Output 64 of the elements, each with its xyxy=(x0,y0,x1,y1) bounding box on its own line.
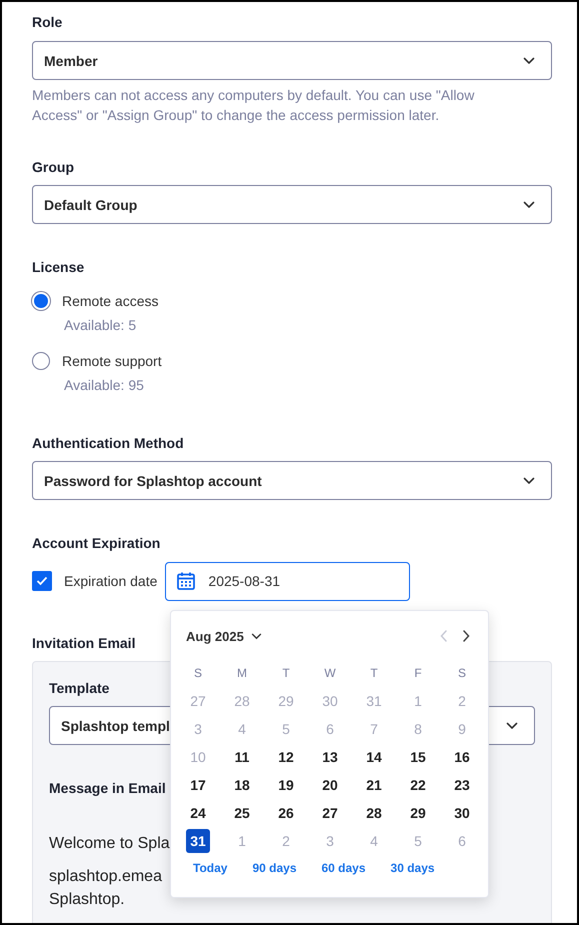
calendar-day[interactable]: 29 xyxy=(406,801,430,825)
group-select[interactable]: Default Group xyxy=(32,185,552,224)
message-text: Welcome to Spla xyxy=(49,834,170,854)
calendar-day[interactable]: 30 xyxy=(450,801,474,825)
message-text: Splashtop. xyxy=(49,890,125,910)
calendar-day[interactable]: 26 xyxy=(274,801,298,825)
calendar-day[interactable]: 12 xyxy=(274,745,298,769)
calendar-day[interactable]: 24 xyxy=(186,801,210,825)
availability-text: Available: 95 xyxy=(63,376,145,395)
radio-button[interactable] xyxy=(32,352,50,370)
calendar-day[interactable]: 25 xyxy=(230,801,254,825)
weekday-label: W xyxy=(324,666,336,680)
help-text: Members can not access any computers by default. You can use "Allow Access" or "Assign Group" to change the access permission later. xyxy=(32,86,476,125)
field-label: Authentication Method xyxy=(32,434,184,453)
calendar-day[interactable]: 11 xyxy=(230,745,254,769)
chevron-right-icon[interactable] xyxy=(462,630,470,642)
calendar-day[interactable]: 17 xyxy=(186,773,210,797)
role-select[interactable]: Member xyxy=(32,41,552,80)
weekday-label: M xyxy=(237,666,247,680)
calendar-day[interactable]: 15 xyxy=(406,745,430,769)
calendar-day[interactable]: 28 xyxy=(362,801,386,825)
chevron-down-icon xyxy=(523,56,535,64)
calendar-day[interactable]: 16 xyxy=(450,745,474,769)
calendar-day[interactable]: 13 xyxy=(318,745,342,769)
radio-label: Remote access xyxy=(62,293,158,309)
weekday-label: S xyxy=(458,666,466,680)
section-label: Invitation Email xyxy=(32,634,136,653)
date-shortcut-link[interactable]: 60 days xyxy=(322,861,366,875)
date-shortcut-link[interactable]: 30 days xyxy=(390,861,435,875)
chevron-down-icon xyxy=(506,722,518,730)
checkbox[interactable] xyxy=(32,571,52,591)
calendar-day[interactable]: 14 xyxy=(362,745,386,769)
authentication-select[interactable]: Password for Splashtop account xyxy=(32,461,552,500)
date-shortcut-link[interactable]: 90 days xyxy=(252,861,296,875)
month-dropdown[interactable]: Aug 2025 xyxy=(186,628,262,644)
field-label: Template xyxy=(49,679,110,698)
radio-label: Remote support xyxy=(62,353,162,369)
field-label: License xyxy=(32,258,84,277)
field-label: Group xyxy=(32,158,74,177)
weekday-label: T xyxy=(370,666,378,680)
chevron-down-icon xyxy=(523,476,535,484)
calendar-day[interactable]: 31 xyxy=(186,829,210,853)
date-field[interactable]: 2025-08-31 xyxy=(165,562,410,600)
field-label: Role xyxy=(32,13,62,32)
check-icon xyxy=(36,576,48,586)
calendar-day[interactable]: 19 xyxy=(274,773,298,797)
message-text: splashtop.emea xyxy=(49,867,162,887)
availability-text: Available: 5 xyxy=(63,316,138,335)
checkbox-label: Expiration date xyxy=(64,573,158,589)
calendar-day[interactable]: 18 xyxy=(230,773,254,797)
calendar-day[interactable]: 21 xyxy=(362,773,386,797)
weekday-label: T xyxy=(282,666,290,680)
field-label: Account Expiration xyxy=(32,534,160,553)
field-label: Message in Email xyxy=(49,779,166,798)
chevron-down-icon xyxy=(523,200,535,208)
date-shortcut-link[interactable]: Today xyxy=(193,861,228,875)
calendar-day[interactable]: 27 xyxy=(318,801,342,825)
weekday-label: S xyxy=(194,666,202,680)
calendar-day[interactable]: 20 xyxy=(318,773,342,797)
calendar-icon xyxy=(176,571,196,591)
calendar-day[interactable]: 23 xyxy=(450,773,474,797)
weekday-label: F xyxy=(414,666,422,680)
chevron-down-icon xyxy=(250,632,262,640)
calendar-day[interactable]: 22 xyxy=(406,773,430,797)
